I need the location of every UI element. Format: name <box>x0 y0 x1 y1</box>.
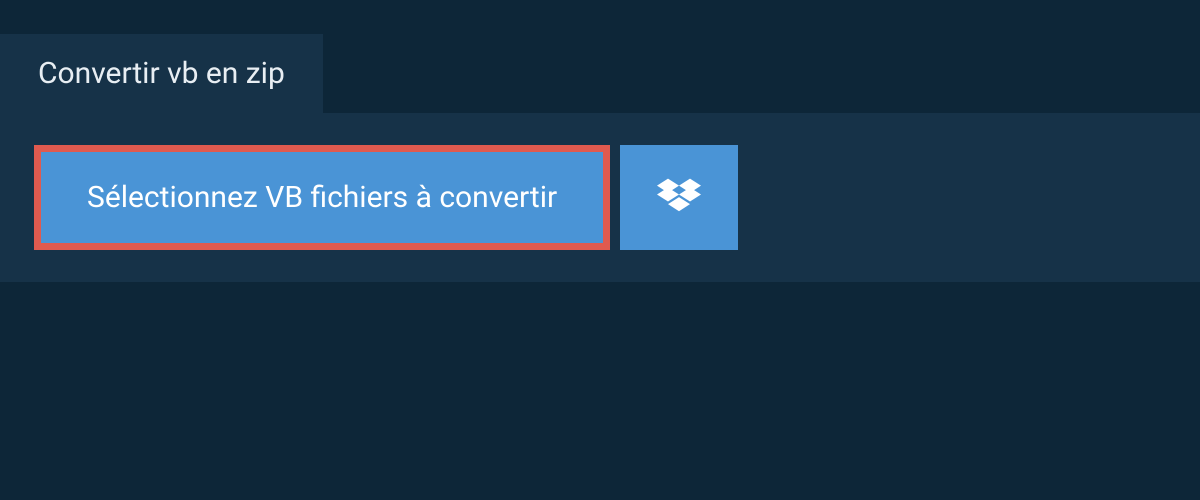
content-panel: Sélectionnez VB fichiers à convertir <box>0 113 1200 282</box>
tab-title-text: Convertir vb en zip <box>38 56 285 91</box>
dropbox-button[interactable] <box>620 145 738 250</box>
select-files-button[interactable]: Sélectionnez VB fichiers à convertir <box>34 145 610 250</box>
button-row: Sélectionnez VB fichiers à convertir <box>34 145 1166 250</box>
dropbox-icon <box>657 178 701 218</box>
converter-widget: Convertir vb en zip Sélectionnez VB fich… <box>0 0 1200 282</box>
tab-title: Convertir vb en zip <box>0 34 323 113</box>
select-files-label: Sélectionnez VB fichiers à convertir <box>87 180 557 215</box>
